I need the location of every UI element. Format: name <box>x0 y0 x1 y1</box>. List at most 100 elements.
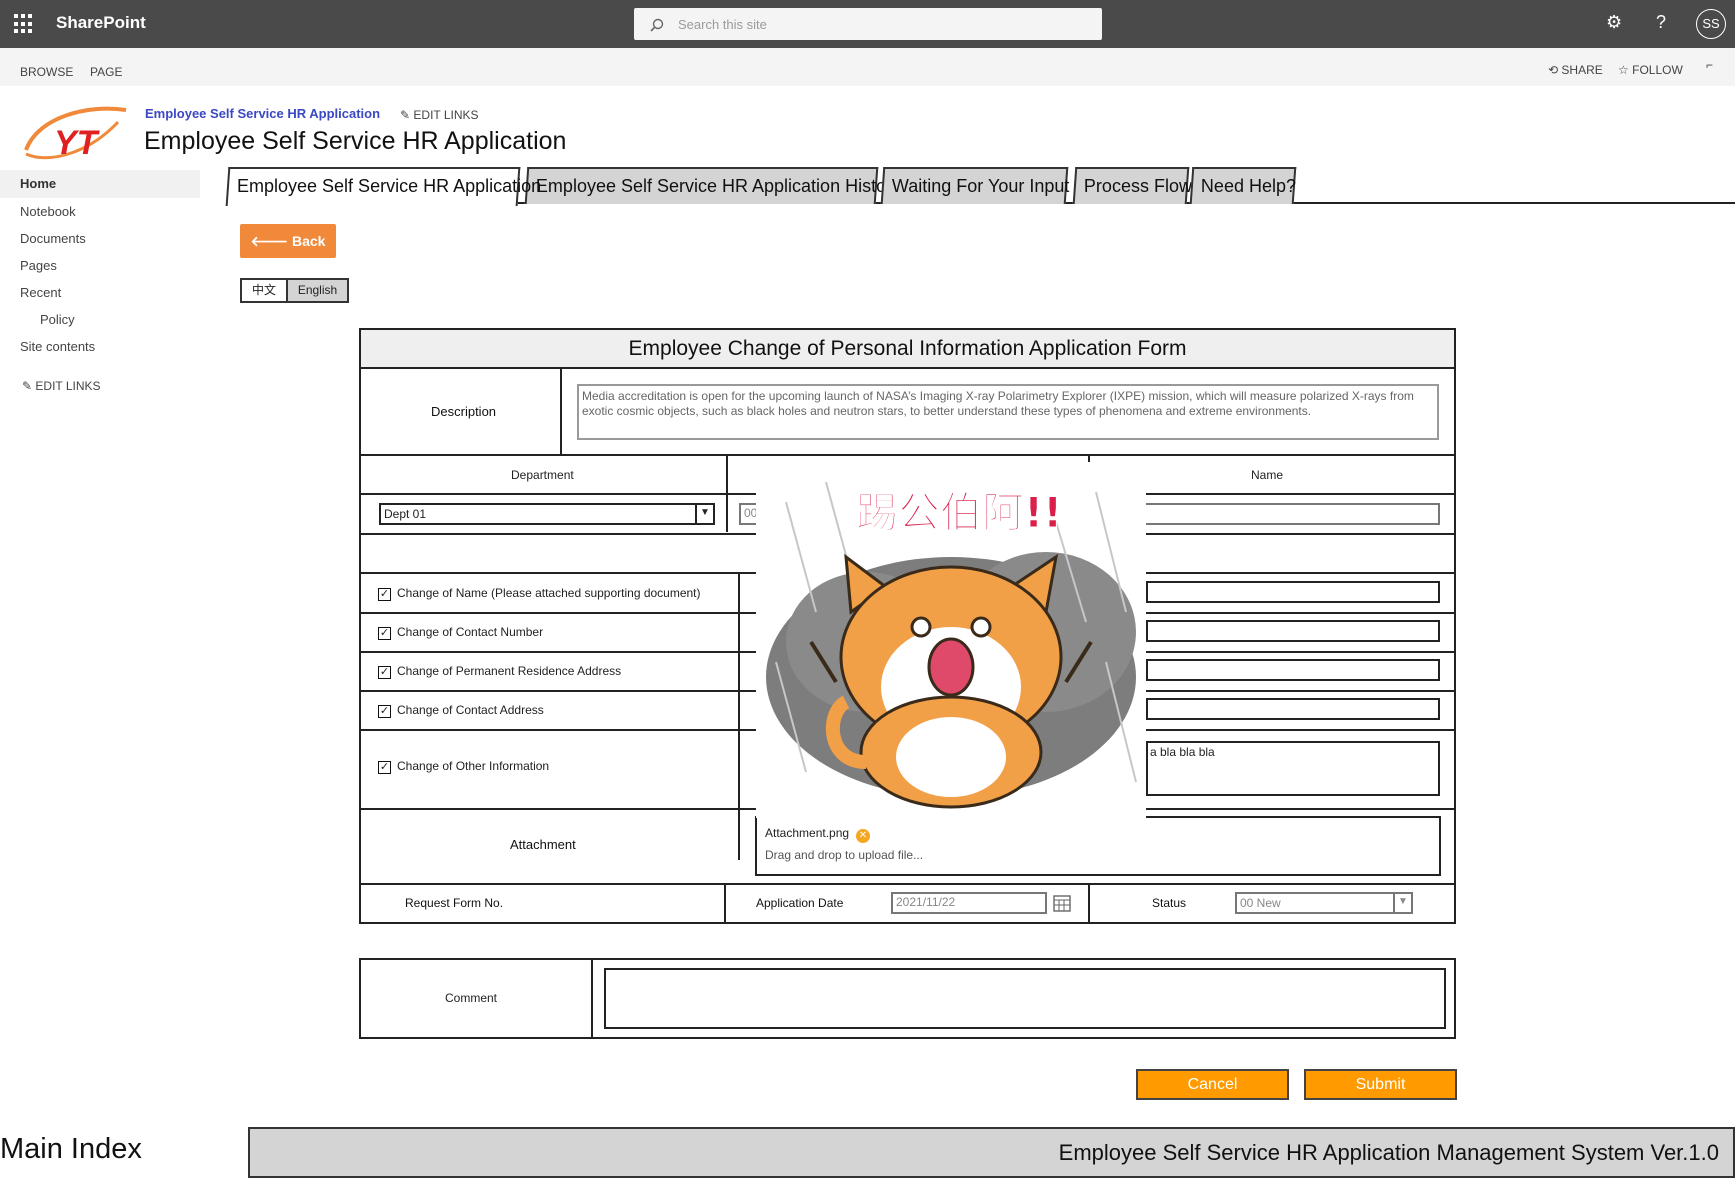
tab-need-help[interactable]: Need Help? <box>1189 167 1297 204</box>
department-label: Department <box>511 468 574 482</box>
breadcrumb-site-link[interactable]: Employee Self Service HR Application <box>145 106 380 121</box>
pencil-icon: ✎ <box>400 108 411 122</box>
description-label: Description <box>431 404 497 419</box>
contact-number-input[interactable] <box>1146 620 1440 642</box>
share-label: SHARE <box>1561 63 1603 77</box>
application-date-input[interactable]: 2021/11/22 <box>891 892 1047 914</box>
ribbon: BROWSE PAGE ⟲ SHARE ☆ FOLLOW ⌐ <box>0 48 1735 86</box>
tab-application[interactable]: Employee Self Service HR Application <box>225 167 541 206</box>
cat-sticker-image: 踢公伯阿!! <box>756 462 1146 818</box>
edit-links-label: EDIT LINKS <box>413 108 479 122</box>
comment-label: Comment <box>445 991 498 1005</box>
submit-button[interactable]: Submit <box>1304 1069 1457 1100</box>
status-select[interactable]: 00 New ▼ <box>1235 892 1413 914</box>
check-label-contact-number: Change of Contact Number <box>397 625 544 639</box>
sticker-caption: 踢公伯阿!! <box>856 488 1062 537</box>
edit-links-top[interactable]: ✎ EDIT LINKS <box>400 108 479 122</box>
back-label: Back <box>291 233 326 249</box>
attachment-label: Attachment <box>510 837 576 852</box>
follow-button[interactable]: ☆ FOLLOW <box>1618 63 1683 77</box>
cancel-button[interactable]: Cancel <box>1136 1069 1289 1100</box>
attachment-dropzone[interactable]: Attachment.png ✕ Drag and drop to upload… <box>755 816 1441 876</box>
chevron-down-icon: ▼ <box>695 505 713 523</box>
share-icon: ⟲ <box>1548 63 1559 77</box>
gear-icon[interactable]: ⚙ <box>1606 12 1622 33</box>
contact-address-input[interactable] <box>1146 698 1440 720</box>
calendar-icon[interactable] <box>1053 894 1071 912</box>
ribbon-tab-browse[interactable]: BROWSE <box>20 65 73 79</box>
tab-label: Employee Self Service HR Application His… <box>535 176 902 196</box>
nav-item-home[interactable]: Home <box>0 170 200 198</box>
nav-item-site-contents[interactable]: Site contents <box>20 339 95 354</box>
ribbon-tab-page[interactable]: PAGE <box>90 65 122 79</box>
follow-label: FOLLOW <box>1632 63 1683 77</box>
check-label-name: Change of Name (Please attached supporti… <box>397 586 701 600</box>
status-label: Status <box>1152 896 1187 910</box>
footer-bar: Employee Self Service HR Application Man… <box>248 1127 1735 1178</box>
remove-attachment-icon[interactable]: ✕ <box>856 829 870 843</box>
tab-label: Waiting For Your Input <box>891 176 1070 196</box>
tab-label: Need Help? <box>1200 176 1296 196</box>
lang-zh-button[interactable]: 中文 <box>240 278 288 303</box>
system-name: Employee Self Service HR Application Man… <box>1058 1140 1719 1165</box>
main-index-link[interactable]: Main Index <box>0 1133 142 1166</box>
nav-item-recent[interactable]: Recent <box>20 285 61 300</box>
department-value: Dept 01 <box>384 507 427 521</box>
edit-links-nav[interactable]: ✎ EDIT LINKS <box>22 379 101 393</box>
nav-item-notebook[interactable]: Notebook <box>20 204 76 219</box>
search-placeholder: Search this site <box>678 17 767 32</box>
department-select[interactable]: Dept 01 ▼ <box>379 503 715 525</box>
back-button[interactable]: 🡐 Back <box>240 224 336 258</box>
check-label-permanent-address: Change of Permanent Residence Address <box>397 664 622 678</box>
pencil-icon: ✎ <box>22 379 33 393</box>
search-icon <box>650 18 664 32</box>
description-textarea[interactable]: Media accreditation is open for the upco… <box>577 384 1439 440</box>
nav-item-documents[interactable]: Documents <box>20 231 86 246</box>
site-logo[interactable]: YT <box>18 102 130 168</box>
form-title: Employee Change of Personal Information … <box>361 330 1454 368</box>
checkbox-contact-number[interactable]: ✓ <box>378 627 391 640</box>
checkbox-permanent-address[interactable]: ✓ <box>378 666 391 679</box>
help-icon[interactable]: ? <box>1656 12 1666 33</box>
suite-bar: SharePoint Search this site ⚙ ? SS <box>0 0 1735 48</box>
page-title: Employee Self Service HR Application <box>144 127 567 155</box>
checkbox-other-info[interactable]: ✓ <box>378 761 391 774</box>
status-value: 00 New <box>1240 896 1281 910</box>
attachment-filename[interactable]: Attachment.png <box>765 826 849 840</box>
nav-item-label: Home <box>20 176 57 191</box>
comment-section: Comment <box>359 958 1456 1039</box>
tab-label: Process Flow <box>1083 176 1192 196</box>
star-icon: ☆ <box>1618 63 1629 77</box>
chevron-down-icon: ▼ <box>1393 894 1411 912</box>
new-name-input[interactable] <box>1146 581 1440 603</box>
search-box[interactable]: Search this site <box>634 8 1102 40</box>
comment-textarea[interactable] <box>604 968 1446 1029</box>
tab-waiting[interactable]: Waiting For Your Input <box>880 167 1070 204</box>
nav-item-policy[interactable]: Policy <box>40 312 75 327</box>
edit-links-label: EDIT LINKS <box>35 379 101 393</box>
checkbox-contact-address[interactable]: ✓ <box>378 705 391 718</box>
checkbox-change-name[interactable]: ✓ <box>378 588 391 601</box>
dropzone-hint: Drag and drop to upload file... <box>765 848 924 862</box>
other-info-textarea[interactable]: a bla bla bla <box>1146 741 1440 796</box>
tab-process-flow[interactable]: Process Flow <box>1072 167 1192 204</box>
svg-text:YT: YT <box>54 124 101 162</box>
tab-label: Employee Self Service HR Application <box>237 176 542 196</box>
brand-name[interactable]: SharePoint <box>56 13 146 33</box>
request-no-label: Request Form No. <box>405 896 504 910</box>
tab-history[interactable]: Employee Self Service HR Application His… <box>524 167 901 204</box>
other-info-value: a bla bla bla <box>1150 745 1215 759</box>
check-label-contact-address: Change of Contact Address <box>397 703 544 717</box>
share-button[interactable]: ⟲ SHARE <box>1548 63 1603 77</box>
focus-icon[interactable]: ⌐ <box>1706 58 1713 72</box>
app-launcher-icon[interactable] <box>14 14 34 34</box>
avatar[interactable]: SS <box>1696 9 1726 39</box>
lang-en-button[interactable]: English <box>286 278 349 303</box>
name-input[interactable]: A <box>1131 503 1440 525</box>
arrow-left-icon: 🡐 <box>250 233 289 249</box>
check-label-other-info: Change of Other Information <box>397 759 550 773</box>
name-label: Name <box>1251 468 1284 482</box>
permanent-address-input[interactable] <box>1146 659 1440 681</box>
nav-item-pages[interactable]: Pages <box>20 258 57 273</box>
application-date-label: Application Date <box>756 896 844 910</box>
